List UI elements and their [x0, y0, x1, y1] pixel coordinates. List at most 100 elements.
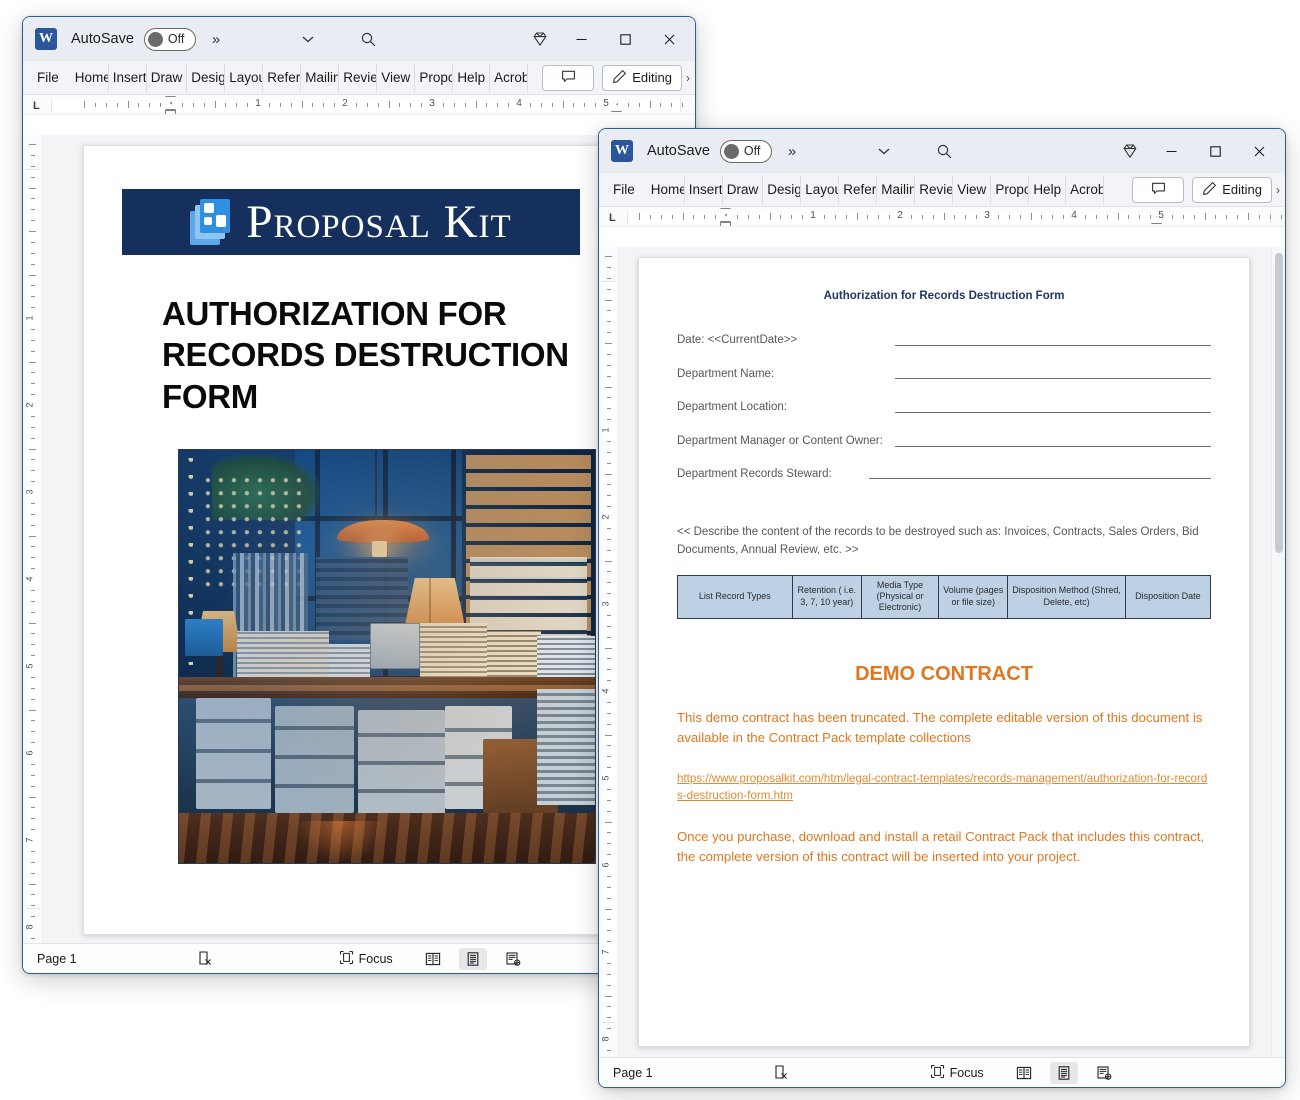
maximize-button[interactable] [1193, 135, 1237, 167]
proofing-errors-icon[interactable] [197, 948, 214, 970]
table-header-list-record-types[interactable]: List Record Types [677, 574, 793, 619]
ruler-tick [649, 215, 651, 219]
minimize-button[interactable] [559, 23, 603, 55]
document-page-window-1[interactable]: Proposal Kit AUTHORIZATION FOR RECORDS D… [83, 145, 619, 935]
ribbon-tabs-window-1[interactable]: File Home Insert Draw Design Layout Refe… [23, 61, 695, 95]
tab-insert[interactable]: Insert [109, 63, 147, 92]
titlebar-window-2[interactable]: W AutoSave Off » [599, 129, 1285, 173]
read-mode-icon[interactable] [419, 948, 447, 970]
field-row-department-location[interactable]: Department Location: [677, 399, 1211, 416]
comment-button[interactable] [542, 64, 595, 91]
field-row-department-name[interactable]: Department Name: [677, 366, 1211, 383]
print-layout-icon[interactable] [1049, 1061, 1078, 1084]
field-row-records-steward[interactable]: Department Records Steward: [677, 466, 1211, 483]
word-window-front-2[interactable]: W AutoSave Off » File Home Insert Draw D… [598, 128, 1286, 1088]
field-input-department-name[interactable] [895, 378, 1211, 380]
word-window-背-1[interactable]: W AutoSave Off » File Home Insert Draw D… [22, 16, 696, 974]
tab-layout[interactable]: Layout [225, 63, 264, 92]
tab-home[interactable]: Home [71, 63, 109, 92]
demo-contract-link[interactable]: https://www.proposalkit.com/htm/legal-co… [677, 770, 1211, 805]
statusbar-window-2[interactable]: Page 1 Focus [599, 1057, 1285, 1087]
search-icon[interactable] [349, 24, 387, 54]
vertical-ruler-window-1[interactable]: 1 2 3 4 5 6 7 8 [23, 135, 43, 943]
records-archive-photo[interactable] [178, 448, 596, 864]
tab-view[interactable]: View [953, 175, 992, 204]
close-button[interactable] [647, 23, 691, 55]
field-row-date[interactable]: Date: <<CurrentDate>> [677, 332, 1211, 349]
tab-home[interactable]: Home [647, 175, 685, 204]
tab-view[interactable]: View [377, 63, 416, 92]
table-header-volume[interactable]: Volume (pages or file size) [938, 574, 1009, 619]
table-header-disposition-date[interactable]: Disposition Date [1124, 574, 1212, 619]
left-indent-marker[interactable] [165, 110, 176, 114]
close-button[interactable] [1237, 135, 1281, 167]
tab-mailings[interactable]: Mailings [301, 63, 340, 92]
tab-references[interactable]: References [839, 175, 878, 204]
tab-insert[interactable]: Insert [685, 175, 723, 204]
scrollbar-thumb[interactable] [1275, 253, 1283, 553]
vruler-tick [31, 339, 35, 341]
document-page-window-2[interactable]: Authorization for Records Destruction Fo… [638, 257, 1250, 1047]
tab-proposal-kit[interactable]: Proposal Kit [991, 175, 1030, 204]
chevron-down-icon[interactable] [865, 136, 903, 166]
table-header-retention[interactable]: Retention ( i.e. 3, 7, 10 year) [791, 574, 862, 619]
titlebar-window-1[interactable]: W AutoSave Off » [23, 17, 695, 61]
tab-proposal-kit[interactable]: Proposal Kit [415, 63, 454, 92]
tab-acrobat[interactable]: Acrobat [490, 63, 529, 92]
tab-design[interactable]: Design [763, 175, 802, 204]
focus-mode-button[interactable]: Focus [930, 1062, 984, 1084]
vertical-ruler-window-2[interactable]: 1 2 3 4 5 6 7 8 [599, 247, 619, 1057]
page-indicator[interactable]: Page 1 [23, 952, 77, 966]
statusbar-window-1[interactable]: Page 1 Focus [23, 943, 695, 973]
tab-review[interactable]: Review [915, 175, 954, 204]
proofing-errors-icon[interactable] [773, 1062, 790, 1084]
autosave-toggle[interactable]: Off [719, 139, 772, 163]
field-input-records-steward[interactable] [869, 478, 1211, 480]
tab-draw[interactable]: Draw [147, 63, 188, 92]
web-layout-icon[interactable] [1090, 1062, 1118, 1084]
search-icon[interactable] [925, 136, 963, 166]
focus-mode-button[interactable]: Focus [339, 948, 393, 970]
editing-mode-button[interactable]: Editing [1192, 176, 1272, 203]
tab-design[interactable]: Design [187, 63, 226, 92]
diamond-icon[interactable] [1111, 136, 1149, 166]
tab-file[interactable]: File [33, 64, 71, 92]
tab-references[interactable]: References [263, 63, 302, 92]
tab-file[interactable]: File [609, 176, 647, 204]
ribbon-tabs-window-2[interactable]: File Home Insert Draw Design Layout Refe… [599, 173, 1285, 207]
autosave-toggle[interactable]: Off [143, 27, 196, 51]
field-input-department-location[interactable] [895, 412, 1211, 414]
comment-button[interactable] [1132, 176, 1185, 203]
maximize-button[interactable] [603, 23, 647, 55]
field-input-date[interactable] [895, 344, 1211, 346]
table-header-disposition-method[interactable]: Disposition Method (Shred, Delete, etc) [1007, 574, 1126, 619]
read-mode-icon[interactable] [1010, 1062, 1038, 1084]
print-layout-icon[interactable] [458, 947, 487, 970]
web-layout-icon[interactable] [499, 948, 527, 970]
ruler-tick [225, 103, 227, 107]
tab-layout[interactable]: Layout [801, 175, 840, 204]
editing-mode-button[interactable]: Editing [602, 64, 682, 91]
tab-help[interactable]: Help [453, 63, 491, 92]
tab-review[interactable]: Review [339, 63, 378, 92]
records-table[interactable]: List Record Types Retention ( i.e. 3, 7,… [677, 574, 1212, 619]
horizontal-ruler-window-2[interactable]: L 12345 [599, 207, 1285, 227]
ribbon-expand-caret[interactable]: › [682, 71, 693, 85]
table-header-media-type[interactable]: Media Type (Physical or Electronic) [860, 574, 940, 619]
tab-acrobat[interactable]: Acrobat [1066, 175, 1105, 204]
tab-help[interactable]: Help [1029, 175, 1067, 204]
minimize-button[interactable] [1149, 135, 1193, 167]
diamond-icon[interactable] [521, 24, 559, 54]
quick-access-overflow[interactable]: » [212, 31, 220, 48]
field-row-department-manager[interactable]: Department Manager or Content Owner: [677, 433, 1211, 450]
ribbon-expand-caret[interactable]: › [1272, 183, 1283, 197]
quick-access-overflow[interactable]: » [788, 143, 796, 160]
horizontal-ruler-window-1[interactable]: L 12345 [23, 95, 695, 115]
left-indent-marker[interactable] [720, 222, 731, 226]
tab-mailings[interactable]: Mailings [877, 175, 916, 204]
vertical-scrollbar-window-2[interactable] [1271, 247, 1285, 1057]
tab-draw[interactable]: Draw [723, 175, 764, 204]
page-indicator[interactable]: Page 1 [599, 1066, 653, 1080]
chevron-down-icon[interactable] [289, 24, 327, 54]
field-input-department-manager[interactable] [895, 445, 1211, 447]
